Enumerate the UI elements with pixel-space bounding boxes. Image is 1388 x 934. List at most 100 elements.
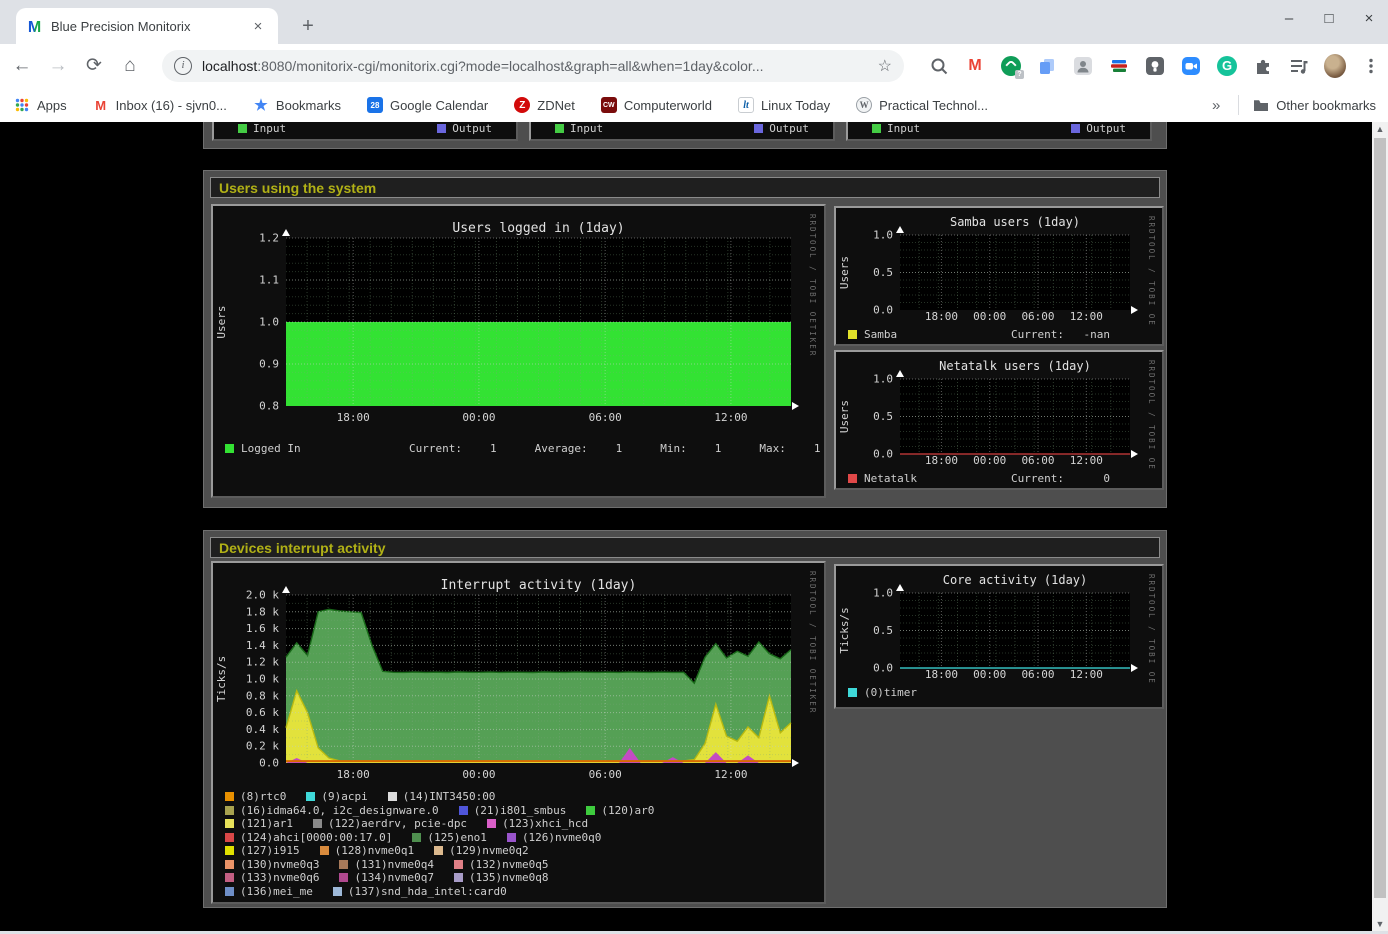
graph-netatalk-users[interactable]: 0.00.51.018:0000:0006:0012:00UsersNetata… bbox=[834, 350, 1164, 490]
svg-text:18:00: 18:00 bbox=[925, 454, 958, 467]
svg-text:00:00: 00:00 bbox=[973, 454, 1006, 467]
window-maximize-button[interactable]: □ bbox=[1320, 10, 1338, 27]
other-bookmarks-button[interactable]: Other bookmarks bbox=[1253, 98, 1376, 113]
scrollbar-thumb[interactable] bbox=[1374, 138, 1386, 898]
legend-stat: Min:1 bbox=[660, 442, 721, 455]
scrollbar-up-icon[interactable]: ▲ bbox=[1372, 122, 1388, 136]
legend-swatch bbox=[754, 124, 763, 133]
svg-text:06:00: 06:00 bbox=[1021, 454, 1054, 467]
svg-text:0.8 k: 0.8 k bbox=[246, 689, 279, 702]
bookmark-item[interactable]: ltLinux Today bbox=[738, 97, 830, 113]
section-title-interrupts: Devices interrupt activity bbox=[210, 537, 1160, 558]
legend-row: (127)i915(128)nvme0q1(129)nvme0q2 bbox=[213, 844, 824, 858]
profile-avatar[interactable] bbox=[1324, 55, 1346, 77]
scrollbar-down-icon[interactable]: ▼ bbox=[1372, 917, 1388, 931]
legend-swatch bbox=[872, 124, 881, 133]
url-text: localhost:8080/monitorix-cgi/monitorix.c… bbox=[202, 58, 870, 74]
copy-pages-icon[interactable] bbox=[1036, 55, 1058, 77]
legend-item: (136)mei_me bbox=[225, 885, 313, 898]
svg-text:1.4 k: 1.4 k bbox=[246, 639, 279, 652]
graph-core-activity[interactable]: 0.00.51.018:0000:0006:0012:00Ticks/sCore… bbox=[834, 564, 1164, 709]
kebab-menu-icon[interactable] bbox=[1360, 55, 1382, 77]
vertical-scrollbar[interactable]: ▲ ▼ bbox=[1372, 122, 1388, 931]
legend-series-name: Netatalk bbox=[864, 472, 917, 485]
bookmark-item[interactable]: ★Bookmarks bbox=[253, 97, 341, 113]
bookmark-item[interactable]: MInbox (16) - sjvn0... bbox=[93, 97, 227, 113]
svg-text:18:00: 18:00 bbox=[925, 310, 958, 323]
legend-item: (124)ahci[0000:00:17.0] bbox=[225, 831, 392, 844]
net-graph-panel-cutoff[interactable]: InputOutput bbox=[529, 122, 835, 141]
window-minimize-button[interactable]: – bbox=[1280, 10, 1298, 27]
bookmark-item[interactable]: Apps bbox=[14, 97, 67, 113]
legend-swatch bbox=[225, 873, 234, 882]
bookmark-label: ZDNet bbox=[537, 98, 575, 113]
person-badge-icon[interactable] bbox=[1072, 55, 1094, 77]
new-tab-button[interactable]: + bbox=[296, 14, 320, 38]
window-close-button[interactable]: × bbox=[1360, 10, 1378, 27]
graph-interrupt-activity[interactable]: 0.00.2 k0.4 k0.6 k0.8 k1.0 k1.2 k1.4 k1.… bbox=[211, 561, 826, 904]
legend-series-name: (0)timer bbox=[864, 686, 917, 699]
media-queue-icon[interactable] bbox=[1288, 55, 1310, 77]
net-graph-panel-cutoff[interactable]: InputOutput bbox=[212, 122, 518, 141]
grammarly-icon[interactable]: G bbox=[1216, 55, 1238, 77]
legend-row: (8)rtc0(9)acpi(14)INT3450:00 bbox=[213, 790, 824, 804]
section-users: Users using the system 0.80.91.01.11.218… bbox=[203, 170, 1167, 508]
legend-swatch bbox=[507, 833, 516, 842]
svg-text:0.0: 0.0 bbox=[873, 448, 893, 461]
graph-users-logged-in[interactable]: 0.80.91.01.11.218:0000:0006:0012:00Users… bbox=[211, 204, 826, 498]
bookmark-label: Google Calendar bbox=[390, 98, 488, 113]
legend-swatch bbox=[388, 792, 397, 801]
books-stack-icon[interactable] bbox=[1108, 55, 1130, 77]
svg-text:Ticks/s: Ticks/s bbox=[215, 656, 228, 702]
bookmark-item[interactable]: ZZDNet bbox=[514, 97, 575, 113]
bookmark-star-icon[interactable]: ☆ bbox=[878, 56, 892, 76]
svg-text:0.9: 0.9 bbox=[259, 358, 279, 371]
bookmark-item[interactable]: 28Google Calendar bbox=[367, 97, 488, 113]
legend-series-name: Samba bbox=[864, 328, 897, 341]
extensions-puzzle-icon[interactable] bbox=[1252, 55, 1274, 77]
gmail-icon[interactable]: M bbox=[964, 55, 986, 77]
zoom-video-icon[interactable] bbox=[1180, 55, 1202, 77]
net-graph-panel-cutoff[interactable]: InputOutput bbox=[846, 122, 1152, 141]
svg-text:06:00: 06:00 bbox=[1021, 668, 1054, 681]
legend-item: (126)nvme0q0 bbox=[507, 831, 601, 844]
lamp-icon[interactable] bbox=[1144, 55, 1166, 77]
divider bbox=[1238, 95, 1239, 115]
tab-title: Blue Precision Monitorix bbox=[51, 19, 248, 34]
page-info-icon[interactable]: i bbox=[174, 57, 192, 75]
graph-samba-users[interactable]: 0.00.51.018:0000:0006:0012:00UsersSamba … bbox=[834, 206, 1164, 346]
bookmarks-overflow-chevron[interactable]: » bbox=[1212, 97, 1220, 114]
svg-text:1.0: 1.0 bbox=[259, 316, 279, 329]
reload-button[interactable]: ⟳ bbox=[80, 52, 108, 80]
forward-button[interactable]: → bbox=[44, 52, 72, 80]
svg-text:0.8: 0.8 bbox=[259, 400, 279, 413]
svg-text:1.0: 1.0 bbox=[873, 229, 893, 242]
hangouts-phone-icon[interactable]: ? bbox=[1000, 55, 1022, 77]
legend-swatch bbox=[848, 474, 857, 483]
search-icon[interactable] bbox=[928, 55, 950, 77]
svg-text:06:00: 06:00 bbox=[1021, 310, 1054, 323]
legend-row: (124)ahci[0000:00:17.0](125)eno1(126)nvm… bbox=[213, 831, 824, 845]
linuxtoday-icon: lt bbox=[738, 97, 754, 113]
legend-swatch bbox=[848, 688, 857, 697]
bookmark-item[interactable]: WPractical Technol... bbox=[856, 97, 988, 113]
back-button[interactable]: ← bbox=[8, 52, 36, 80]
apps-grid-icon bbox=[14, 97, 30, 113]
legend-swatch bbox=[225, 833, 234, 842]
tab-close-icon[interactable]: × bbox=[248, 18, 268, 35]
url-bar[interactable]: i localhost:8080/monitorix-cgi/monitorix… bbox=[162, 50, 904, 82]
svg-text:06:00: 06:00 bbox=[589, 768, 622, 781]
svg-text:0.0: 0.0 bbox=[259, 757, 279, 770]
svg-text:0.4 k: 0.4 k bbox=[246, 723, 279, 736]
home-button[interactable]: ⌂ bbox=[116, 52, 144, 80]
legend-swatch bbox=[306, 792, 315, 801]
legend-swatch bbox=[437, 124, 446, 133]
legend-stat: Current:1 bbox=[409, 442, 497, 455]
legend-swatch bbox=[339, 860, 348, 869]
legend-item: (8)rtc0 bbox=[225, 790, 286, 803]
svg-text:0.0: 0.0 bbox=[873, 662, 893, 675]
bookmark-item[interactable]: CWComputerworld bbox=[601, 97, 712, 113]
tab-monitorix[interactable]: M Blue Precision Monitorix × bbox=[16, 8, 278, 44]
svg-text:1.0 k: 1.0 k bbox=[246, 673, 279, 686]
svg-text:1.0: 1.0 bbox=[873, 587, 893, 600]
